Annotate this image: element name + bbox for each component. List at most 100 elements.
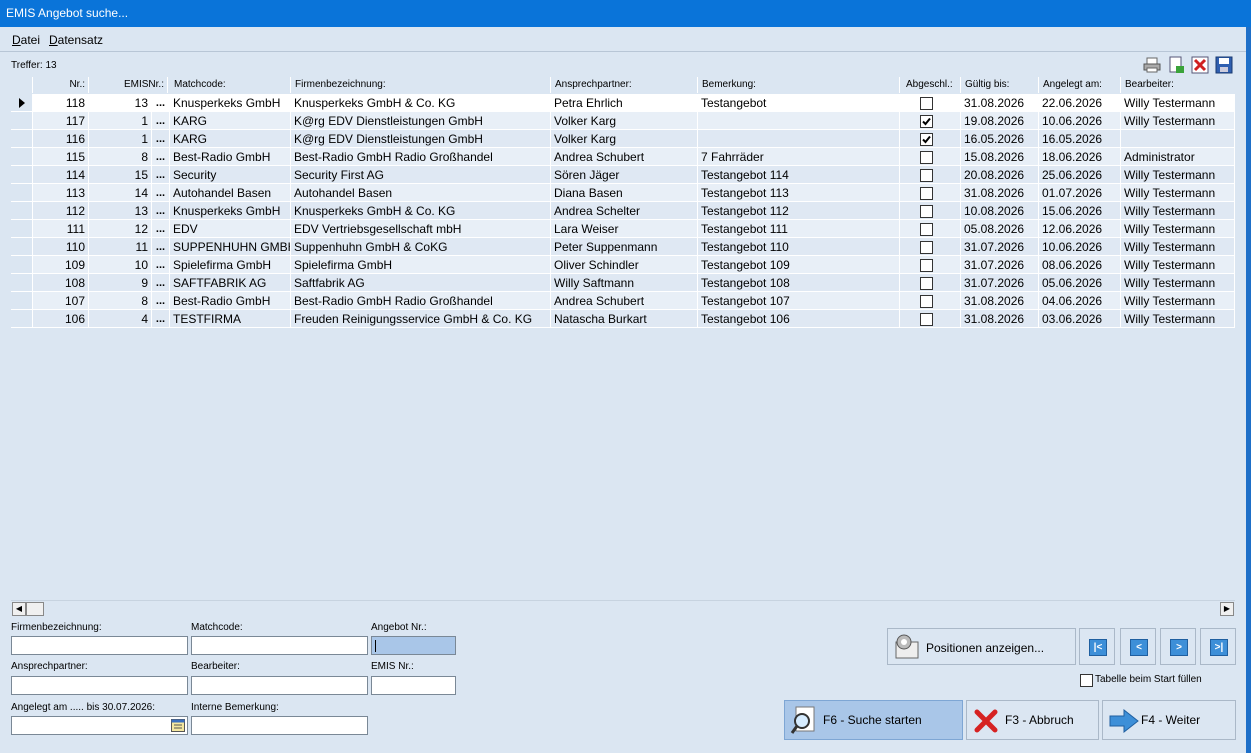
col-header-bearbeiter[interactable]: Bearbeiter: bbox=[1121, 77, 1235, 93]
cell-matchcode: SUPPENHUHN GMBH bbox=[170, 238, 291, 256]
row-indicator[interactable] bbox=[11, 148, 33, 166]
cell-lookup-button[interactable]: ... bbox=[152, 94, 170, 112]
table-row[interactable]: 108 9... SAFTFABRIK AG Saftfabrik AG Willy S… bbox=[11, 274, 1235, 292]
cell-nr: 107 bbox=[33, 292, 89, 310]
cell-lookup-button[interactable]: ... bbox=[152, 130, 170, 148]
row-indicator[interactable] bbox=[11, 184, 33, 202]
bearbeiter-input[interactable] bbox=[191, 676, 368, 695]
cell-lookup-button[interactable]: ... bbox=[152, 184, 170, 202]
row-indicator[interactable] bbox=[11, 94, 33, 112]
previous-record-button[interactable]: < bbox=[1120, 628, 1156, 665]
row-indicator[interactable] bbox=[11, 202, 33, 220]
suche-starten-button[interactable]: F6 - Suche starten bbox=[784, 700, 963, 740]
tabelle-fuellen-checkbox[interactable] bbox=[1080, 674, 1093, 687]
abgeschlossen-checkbox[interactable] bbox=[920, 187, 933, 200]
cell-lookup-button[interactable]: ... bbox=[152, 256, 170, 274]
col-header-gueltig[interactable]: Gültig bis: bbox=[961, 77, 1039, 93]
cell-lookup-button[interactable]: ... bbox=[152, 148, 170, 166]
angelegt-date-input[interactable] bbox=[11, 716, 188, 735]
save-icon[interactable] bbox=[1215, 56, 1233, 74]
col-header-angelegt[interactable]: Angelegt am: bbox=[1039, 77, 1121, 93]
abgeschlossen-checkbox[interactable] bbox=[920, 277, 933, 290]
row-indicator[interactable] bbox=[11, 112, 33, 130]
cell-lookup-button[interactable]: ... bbox=[152, 166, 170, 184]
cell-lookup-button[interactable]: ... bbox=[152, 202, 170, 220]
abgeschlossen-checkbox[interactable] bbox=[920, 169, 933, 182]
interne-bemerkung-input[interactable] bbox=[191, 716, 368, 735]
cell-nr: 108 bbox=[33, 274, 89, 292]
cell-lookup-button[interactable]: ... bbox=[152, 310, 170, 328]
col-header-bemerkung[interactable]: Bemerkung: bbox=[698, 77, 900, 93]
abgeschlossen-checkbox[interactable] bbox=[920, 97, 933, 110]
abgeschlossen-checkbox[interactable] bbox=[920, 313, 933, 326]
abgeschlossen-checkbox[interactable] bbox=[920, 133, 933, 146]
firma-input[interactable] bbox=[11, 636, 188, 655]
abgeschlossen-checkbox[interactable] bbox=[920, 259, 933, 272]
abgeschlossen-checkbox[interactable] bbox=[920, 151, 933, 164]
table-row[interactable]: 109 10... Spielefirma GmbH Spielefirma GmbH… bbox=[11, 256, 1235, 274]
cell-lookup-button[interactable]: ... bbox=[152, 112, 170, 130]
col-header-firma[interactable]: Firmenbezeichnung: bbox=[291, 77, 551, 93]
table-row[interactable]: 107 8... Best-Radio GmbH Best-Radio GmbH Ra… bbox=[11, 292, 1235, 310]
matchcode-input[interactable] bbox=[191, 636, 368, 655]
table-row[interactable]: 117 1... KARG K@rg EDV Dienstleistungen Gmb… bbox=[11, 112, 1235, 130]
scroll-thumb[interactable] bbox=[26, 602, 44, 616]
row-indicator[interactable] bbox=[11, 220, 33, 238]
cell-lookup-button[interactable]: ... bbox=[152, 220, 170, 238]
export-icon[interactable] bbox=[1167, 56, 1185, 74]
scroll-right-icon[interactable]: ▶ bbox=[1220, 602, 1234, 616]
ansprechpartner-input[interactable] bbox=[11, 676, 188, 695]
table-row[interactable]: 106 4... TESTFIRMA Freuden Reinigungsservic… bbox=[11, 310, 1235, 328]
cell-lookup-button[interactable]: ... bbox=[152, 274, 170, 292]
cell-firma: Security First AG bbox=[291, 166, 551, 184]
horizontal-scrollbar[interactable]: ◀ ▶ bbox=[11, 600, 1235, 617]
row-indicator[interactable] bbox=[11, 166, 33, 184]
last-record-button[interactable]: >| bbox=[1200, 628, 1236, 665]
abbruch-button[interactable]: F3 - Abbruch bbox=[966, 700, 1099, 740]
first-record-button[interactable]: |< bbox=[1079, 628, 1115, 665]
angebot-nr-input[interactable] bbox=[371, 636, 456, 655]
col-header-matchcode[interactable]: Matchcode: bbox=[170, 77, 291, 93]
delete-icon[interactable] bbox=[1191, 56, 1209, 74]
row-indicator[interactable] bbox=[11, 310, 33, 328]
scroll-left-icon[interactable]: ◀ bbox=[12, 602, 26, 616]
table-row[interactable]: 118 13... Knusperkeks GmbH Knusperkeks GmbH… bbox=[11, 94, 1235, 112]
abgeschlossen-checkbox[interactable] bbox=[920, 295, 933, 308]
abgeschlossen-checkbox[interactable] bbox=[920, 115, 933, 128]
menu-datensatz[interactable]: Datensatz bbox=[49, 33, 103, 47]
row-indicator[interactable] bbox=[11, 130, 33, 148]
cell-matchcode: KARG bbox=[170, 112, 291, 130]
abgeschlossen-checkbox[interactable] bbox=[920, 241, 933, 254]
calendar-icon[interactable] bbox=[171, 719, 185, 732]
col-header-nr[interactable]: Nr.: bbox=[33, 77, 89, 93]
abgeschlossen-checkbox[interactable] bbox=[920, 223, 933, 236]
emis-nr-input[interactable] bbox=[371, 676, 456, 695]
col-header-abgeschlossen[interactable]: Abgeschl.: bbox=[900, 77, 961, 93]
table-row[interactable]: 111 12... EDV EDV Vertriebsgesellschaft mbH… bbox=[11, 220, 1235, 238]
row-indicator[interactable] bbox=[11, 238, 33, 256]
menu-bar: Datei Datensatz bbox=[0, 29, 1251, 52]
weiter-button[interactable]: F4 - Weiter bbox=[1102, 700, 1236, 740]
cell-lookup-button[interactable]: ... bbox=[152, 238, 170, 256]
positionen-anzeigen-button[interactable]: Positionen anzeigen... bbox=[887, 628, 1076, 665]
next-record-button[interactable]: > bbox=[1160, 628, 1196, 665]
col-header-ansprechpartner[interactable]: Ansprechpartner: bbox=[551, 77, 698, 93]
row-indicator[interactable] bbox=[11, 292, 33, 310]
cell-lookup-button[interactable]: ... bbox=[152, 292, 170, 310]
results-table[interactable]: Nr.: EMISNr.: Matchcode: Firmenbezeichnu… bbox=[11, 77, 1235, 600]
row-indicator[interactable] bbox=[11, 256, 33, 274]
table-row[interactable]: 114 15... Security Security First AG Sören J… bbox=[11, 166, 1235, 184]
table-row[interactable]: 113 14... Autohandel Basen Autohandel Basen… bbox=[11, 184, 1235, 202]
col-header-emisnr[interactable]: EMISNr.: bbox=[89, 77, 168, 93]
table-row[interactable]: 112 13... Knusperkeks GmbH Knusperkeks GmbH… bbox=[11, 202, 1235, 220]
table-row[interactable]: 115 8... Best-Radio GmbH Best-Radio GmbH Ra… bbox=[11, 148, 1235, 166]
abgeschlossen-checkbox[interactable] bbox=[920, 205, 933, 218]
table-row[interactable]: 110 11... SUPPENHUHN GMBH Suppenhuhn GmbH &… bbox=[11, 238, 1235, 256]
cell-angelegt: 04.06.2026 bbox=[1039, 292, 1121, 310]
printer-icon[interactable] bbox=[1143, 56, 1161, 74]
cell-nr: 109 bbox=[33, 256, 89, 274]
menu-datei[interactable]: Datei bbox=[12, 33, 40, 47]
checkmark-icon bbox=[922, 135, 931, 144]
table-row[interactable]: 116 1... KARG K@rg EDV Dienstleistungen Gmb… bbox=[11, 130, 1235, 148]
row-indicator[interactable] bbox=[11, 274, 33, 292]
